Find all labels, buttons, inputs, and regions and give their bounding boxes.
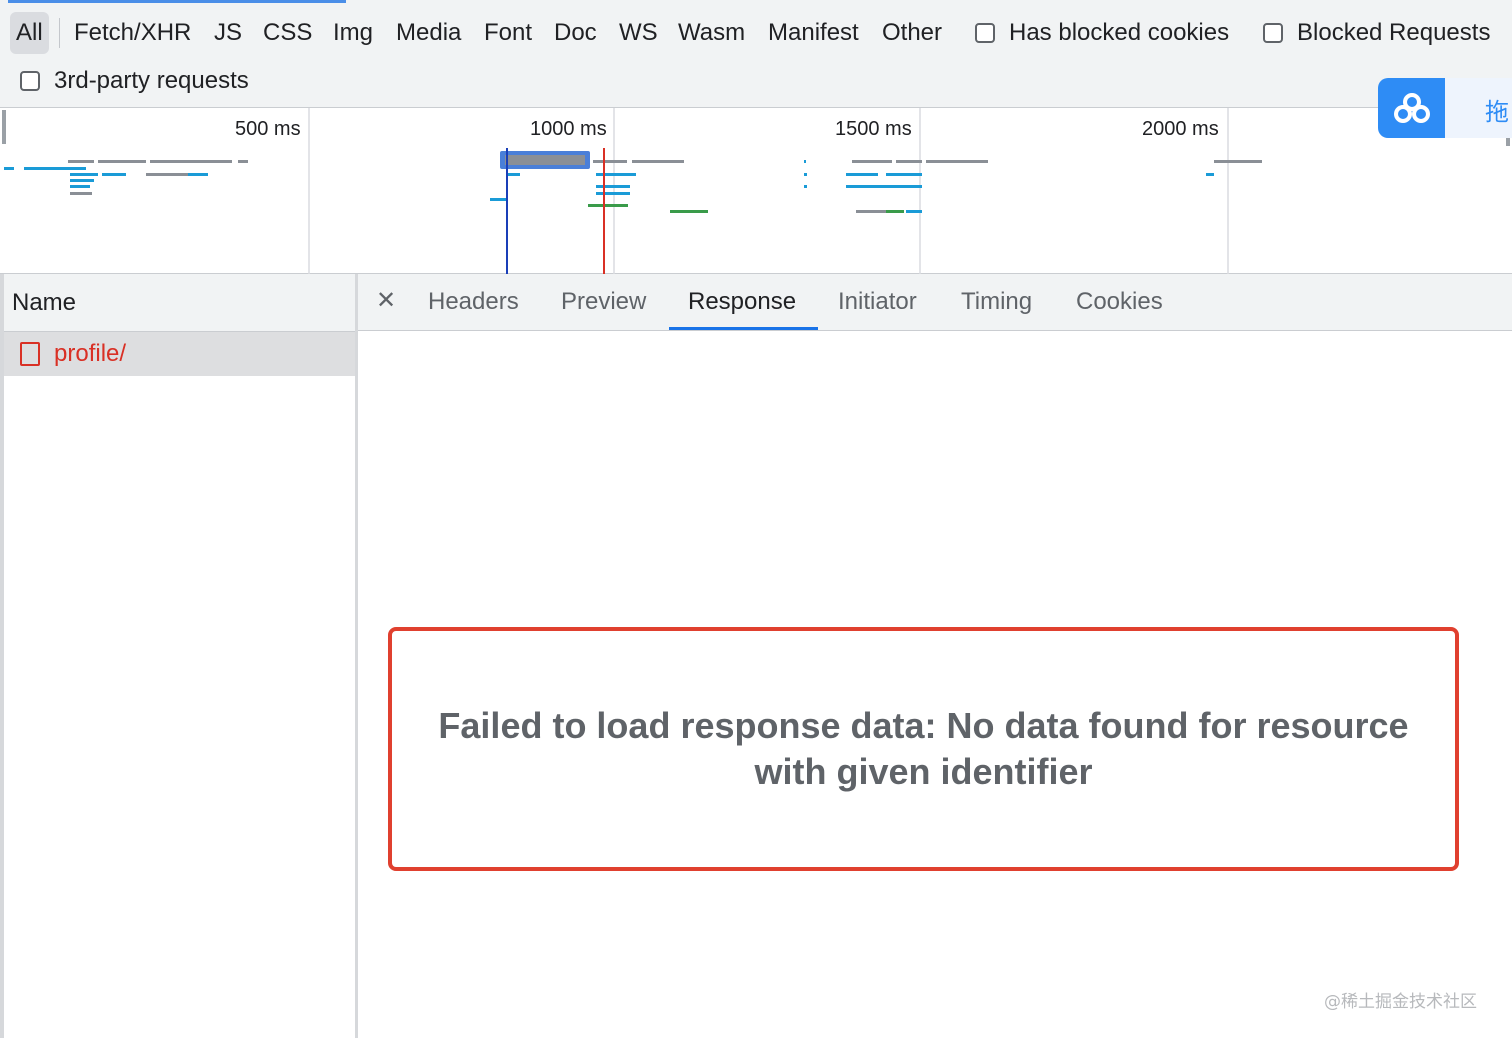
- resource-type-filters: All Fetch/XHR JS CSS Img Media Font Doc …: [0, 12, 1512, 54]
- tick-label-1500: 1500 ms: [835, 118, 912, 140]
- tab-cookies[interactable]: Cookies: [1076, 274, 1163, 331]
- filter-ws[interactable]: WS: [619, 12, 658, 54]
- overview-waterfall: [2, 108, 1510, 274]
- request-row[interactable]: profile/: [4, 332, 355, 376]
- failed-document-icon: [20, 342, 40, 366]
- filter-font[interactable]: Font: [484, 12, 532, 54]
- overview-request-bars: [4, 151, 1262, 213]
- filter-doc[interactable]: Doc: [554, 12, 597, 54]
- filter-input-focus-indicator: [8, 0, 346, 3]
- blocked-requests-checkbox[interactable]: [1263, 23, 1283, 43]
- name-column-header[interactable]: Name: [4, 274, 355, 332]
- filter-fetch-xhr[interactable]: Fetch/XHR: [74, 12, 191, 54]
- cloud-widget-button[interactable]: [1378, 78, 1445, 138]
- network-filter-bar: All Fetch/XHR JS CSS Img Media Font Doc …: [0, 0, 1512, 108]
- tick-label-1000: 1000 ms: [530, 118, 607, 140]
- third-party-requests-label: 3rd-party requests: [54, 67, 249, 94]
- detail-tab-bar: ✕ Headers Preview Response Initiator Tim…: [358, 274, 1512, 331]
- filter-other[interactable]: Other: [882, 12, 942, 54]
- tab-headers[interactable]: Headers: [428, 274, 519, 331]
- has-blocked-cookies-checkbox[interactable]: [975, 23, 995, 43]
- tick-label-2000: 2000 ms: [1142, 118, 1219, 140]
- request-list-pane: Name profile/: [0, 274, 358, 1038]
- response-error-highlight: Failed to load response data: No data fo…: [388, 627, 1459, 871]
- cloud-link-icon: [1393, 93, 1430, 123]
- filter-css[interactable]: CSS: [263, 12, 312, 54]
- watermark: @稀土掘金技术社区: [1324, 992, 1477, 1012]
- has-blocked-cookies-toggle[interactable]: Has blocked cookies: [975, 12, 1229, 54]
- filter-js[interactable]: JS: [214, 12, 242, 54]
- tab-initiator[interactable]: Initiator: [838, 274, 917, 331]
- blocked-requests-label: Blocked Requests: [1297, 19, 1491, 46]
- filter-img[interactable]: Img: [333, 12, 373, 54]
- tick-label-500: 500 ms: [235, 118, 301, 140]
- cloud-widget-label: 拖: [1485, 98, 1509, 126]
- close-icon[interactable]: ✕: [376, 286, 396, 315]
- filter-all[interactable]: All: [10, 12, 49, 54]
- filter-manifest[interactable]: Manifest: [768, 12, 859, 54]
- filter-media[interactable]: Media: [396, 12, 461, 54]
- active-tab-indicator: [669, 327, 818, 330]
- third-party-requests-checkbox[interactable]: [20, 71, 40, 91]
- response-error-message: Failed to load response data: No data fo…: [438, 705, 1409, 792]
- cloud-widget-drag-tab[interactable]: 拖: [1445, 78, 1512, 138]
- request-name: profile/: [54, 340, 127, 367]
- blocked-requests-toggle[interactable]: Blocked Requests: [1263, 12, 1490, 54]
- tab-preview[interactable]: Preview: [561, 274, 646, 331]
- tab-response[interactable]: Response: [688, 274, 796, 331]
- network-overview-timeline[interactable]: 500 ms 1000 ms 1500 ms 2000 ms: [0, 108, 1512, 274]
- third-party-requests-toggle[interactable]: 3rd-party requests: [20, 60, 249, 102]
- has-blocked-cookies-label: Has blocked cookies: [1009, 19, 1230, 46]
- request-detail-pane: ✕ Headers Preview Response Initiator Tim…: [358, 274, 1512, 1038]
- filter-divider: [59, 18, 60, 48]
- overview-right-handle[interactable]: [1506, 138, 1510, 146]
- tab-timing[interactable]: Timing: [961, 274, 1032, 331]
- overview-left-handle[interactable]: [2, 110, 6, 144]
- filter-wasm[interactable]: Wasm: [678, 12, 745, 54]
